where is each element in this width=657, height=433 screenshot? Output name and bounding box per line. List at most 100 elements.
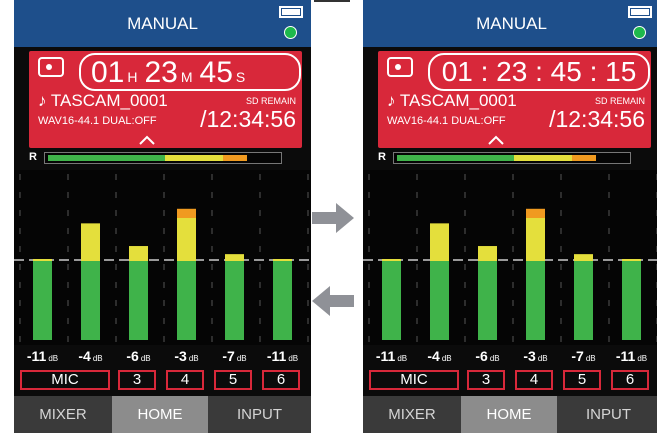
format-info: WAV16-44.1 DUAL:OFF	[387, 115, 506, 127]
remain-time: /12:34:56	[200, 106, 296, 132]
channel-button-mic[interactable]: MIC	[20, 370, 110, 390]
meter-bar-green	[382, 261, 401, 340]
tab-home[interactable]: HOME	[461, 396, 557, 433]
channel-level-readout: -7 dB	[222, 348, 247, 364]
channel-button-4[interactable]: 4	[166, 370, 204, 390]
meter-bar-yellow	[526, 218, 545, 261]
time-seconds-unit: S	[235, 69, 246, 85]
mode-title: MANUAL	[127, 14, 198, 33]
recorder-screen-colon: MANUAL 01 : 23 : 45 : 15 ♪ TASCAM_0001 S…	[363, 0, 657, 433]
battery-full-icon	[628, 6, 652, 18]
record-icon	[38, 57, 64, 77]
meter-bar-yellow	[574, 254, 593, 261]
meter-bar-green	[81, 261, 100, 340]
level-segment-yellow	[165, 155, 223, 161]
time-code: 01 : 23 : 45 : 15	[441, 56, 637, 87]
channel-button-3[interactable]: 3	[467, 370, 505, 390]
channel-level-readout: -6 dB	[475, 348, 500, 364]
meter-bar-yellow	[622, 259, 641, 261]
channel-button-5[interactable]: 5	[214, 370, 252, 390]
meter-bar-orange	[177, 208, 196, 218]
channel-level-readout: -3 dB	[523, 348, 548, 364]
remain-time: /12:34:56	[549, 106, 645, 132]
tab-home[interactable]: HOME	[112, 396, 208, 433]
channel-button-mic[interactable]: MIC	[369, 370, 459, 390]
level-segment-green	[397, 155, 514, 161]
meter-bar-yellow	[382, 259, 401, 261]
meter-bar-yellow	[273, 259, 292, 261]
channel-button-4[interactable]: 4	[515, 370, 553, 390]
record-info-panel[interactable]: 01 H 23 M 45 S ♪ TASCAM_0001 SD REMAIN WAV16-…	[29, 51, 302, 148]
elapsed-time-display: 01 : 23 : 45 : 15	[428, 53, 650, 91]
tab-mixer[interactable]: MIXER	[14, 396, 112, 433]
tab-input[interactable]: INPUT	[557, 396, 657, 433]
bottom-tab-bar: MIXER HOME INPUT	[363, 396, 657, 433]
title-bar: MANUAL	[14, 0, 311, 47]
sd-remain-label: SD REMAIN	[594, 96, 645, 106]
channel-button-3[interactable]: 3	[118, 370, 156, 390]
level-segment-orange	[223, 155, 247, 161]
channel-level-readout: -11 dB	[375, 348, 408, 364]
tab-mixer[interactable]: MIXER	[363, 396, 461, 433]
time-seconds: 45	[199, 56, 233, 89]
channel-button-6[interactable]: 6	[262, 370, 300, 390]
level-meter-bar	[393, 152, 631, 164]
channel-level-readout: -11 dB	[266, 348, 299, 364]
channel-level-readout: -6 dB	[126, 348, 151, 364]
meter-bar-green	[430, 261, 449, 340]
meter-bar-green	[478, 261, 497, 340]
arrow-right-icon	[312, 203, 354, 233]
record-icon	[387, 57, 413, 77]
channel-level-readout: -7 dB	[571, 348, 596, 364]
level-meter-row: R	[378, 151, 651, 165]
time-minutes: 23	[144, 56, 178, 89]
level-segment-orange	[572, 155, 596, 161]
time-hours: 01	[91, 56, 125, 89]
green-led-icon	[284, 26, 297, 39]
record-info-panel[interactable]: 01 : 23 : 45 : 15 ♪ TASCAM_0001 SD REMAI…	[378, 51, 651, 148]
meter-bar-yellow	[33, 259, 52, 261]
meter-bar-green	[129, 261, 148, 340]
meter-bar-green	[177, 261, 196, 340]
channel-button-6[interactable]: 6	[611, 370, 649, 390]
channel-mixer	[14, 170, 311, 345]
arrow-left-icon	[312, 286, 354, 316]
channel-level-readout: -4 dB	[78, 348, 103, 364]
chevron-up-icon[interactable]	[139, 134, 155, 146]
meter-bar-green	[622, 261, 641, 340]
file-name: ♪ TASCAM_0001	[387, 91, 517, 110]
channel-level-readout: -11 dB	[615, 348, 648, 364]
mode-title: MANUAL	[476, 14, 547, 33]
meter-bar-green	[33, 261, 52, 340]
channel-mixer	[363, 170, 657, 345]
mixer-meters	[363, 174, 657, 345]
channel-button-5[interactable]: 5	[563, 370, 601, 390]
divider-line	[314, 0, 350, 2]
time-minutes-unit: M	[180, 69, 193, 85]
meter-bar-yellow	[478, 246, 497, 261]
green-led-icon	[633, 26, 646, 39]
level-segment-green	[48, 155, 165, 161]
meter-bar-yellow	[225, 254, 244, 261]
title-bar: MANUAL	[363, 0, 657, 47]
level-meter-row: R	[29, 151, 302, 165]
meter-channel-label: R	[29, 151, 37, 163]
tab-input[interactable]: INPUT	[208, 396, 311, 433]
sd-remain-label: SD REMAIN	[245, 96, 296, 106]
meter-bar-yellow	[430, 223, 449, 261]
meter-bar-green	[273, 261, 292, 340]
meter-bar-orange	[526, 208, 545, 218]
level-segment-yellow	[514, 155, 572, 161]
chevron-up-icon[interactable]	[488, 134, 504, 146]
channel-level-readout: -4 dB	[427, 348, 452, 364]
bottom-tab-bar: MIXER HOME INPUT	[14, 396, 311, 433]
meter-bar-green	[225, 261, 244, 340]
channel-level-readout: -3 dB	[174, 348, 199, 364]
meter-bar-yellow	[129, 246, 148, 261]
level-meter-bar	[44, 152, 282, 164]
recorder-screen-hms: MANUAL 01 H 23 M 45 S ♪ TASCAM_0001 SD REMAIN…	[14, 0, 311, 433]
meter-bar-green	[574, 261, 593, 340]
battery-full-icon	[279, 6, 303, 18]
meter-bar-yellow	[81, 223, 100, 261]
meter-channel-label: R	[378, 151, 386, 163]
